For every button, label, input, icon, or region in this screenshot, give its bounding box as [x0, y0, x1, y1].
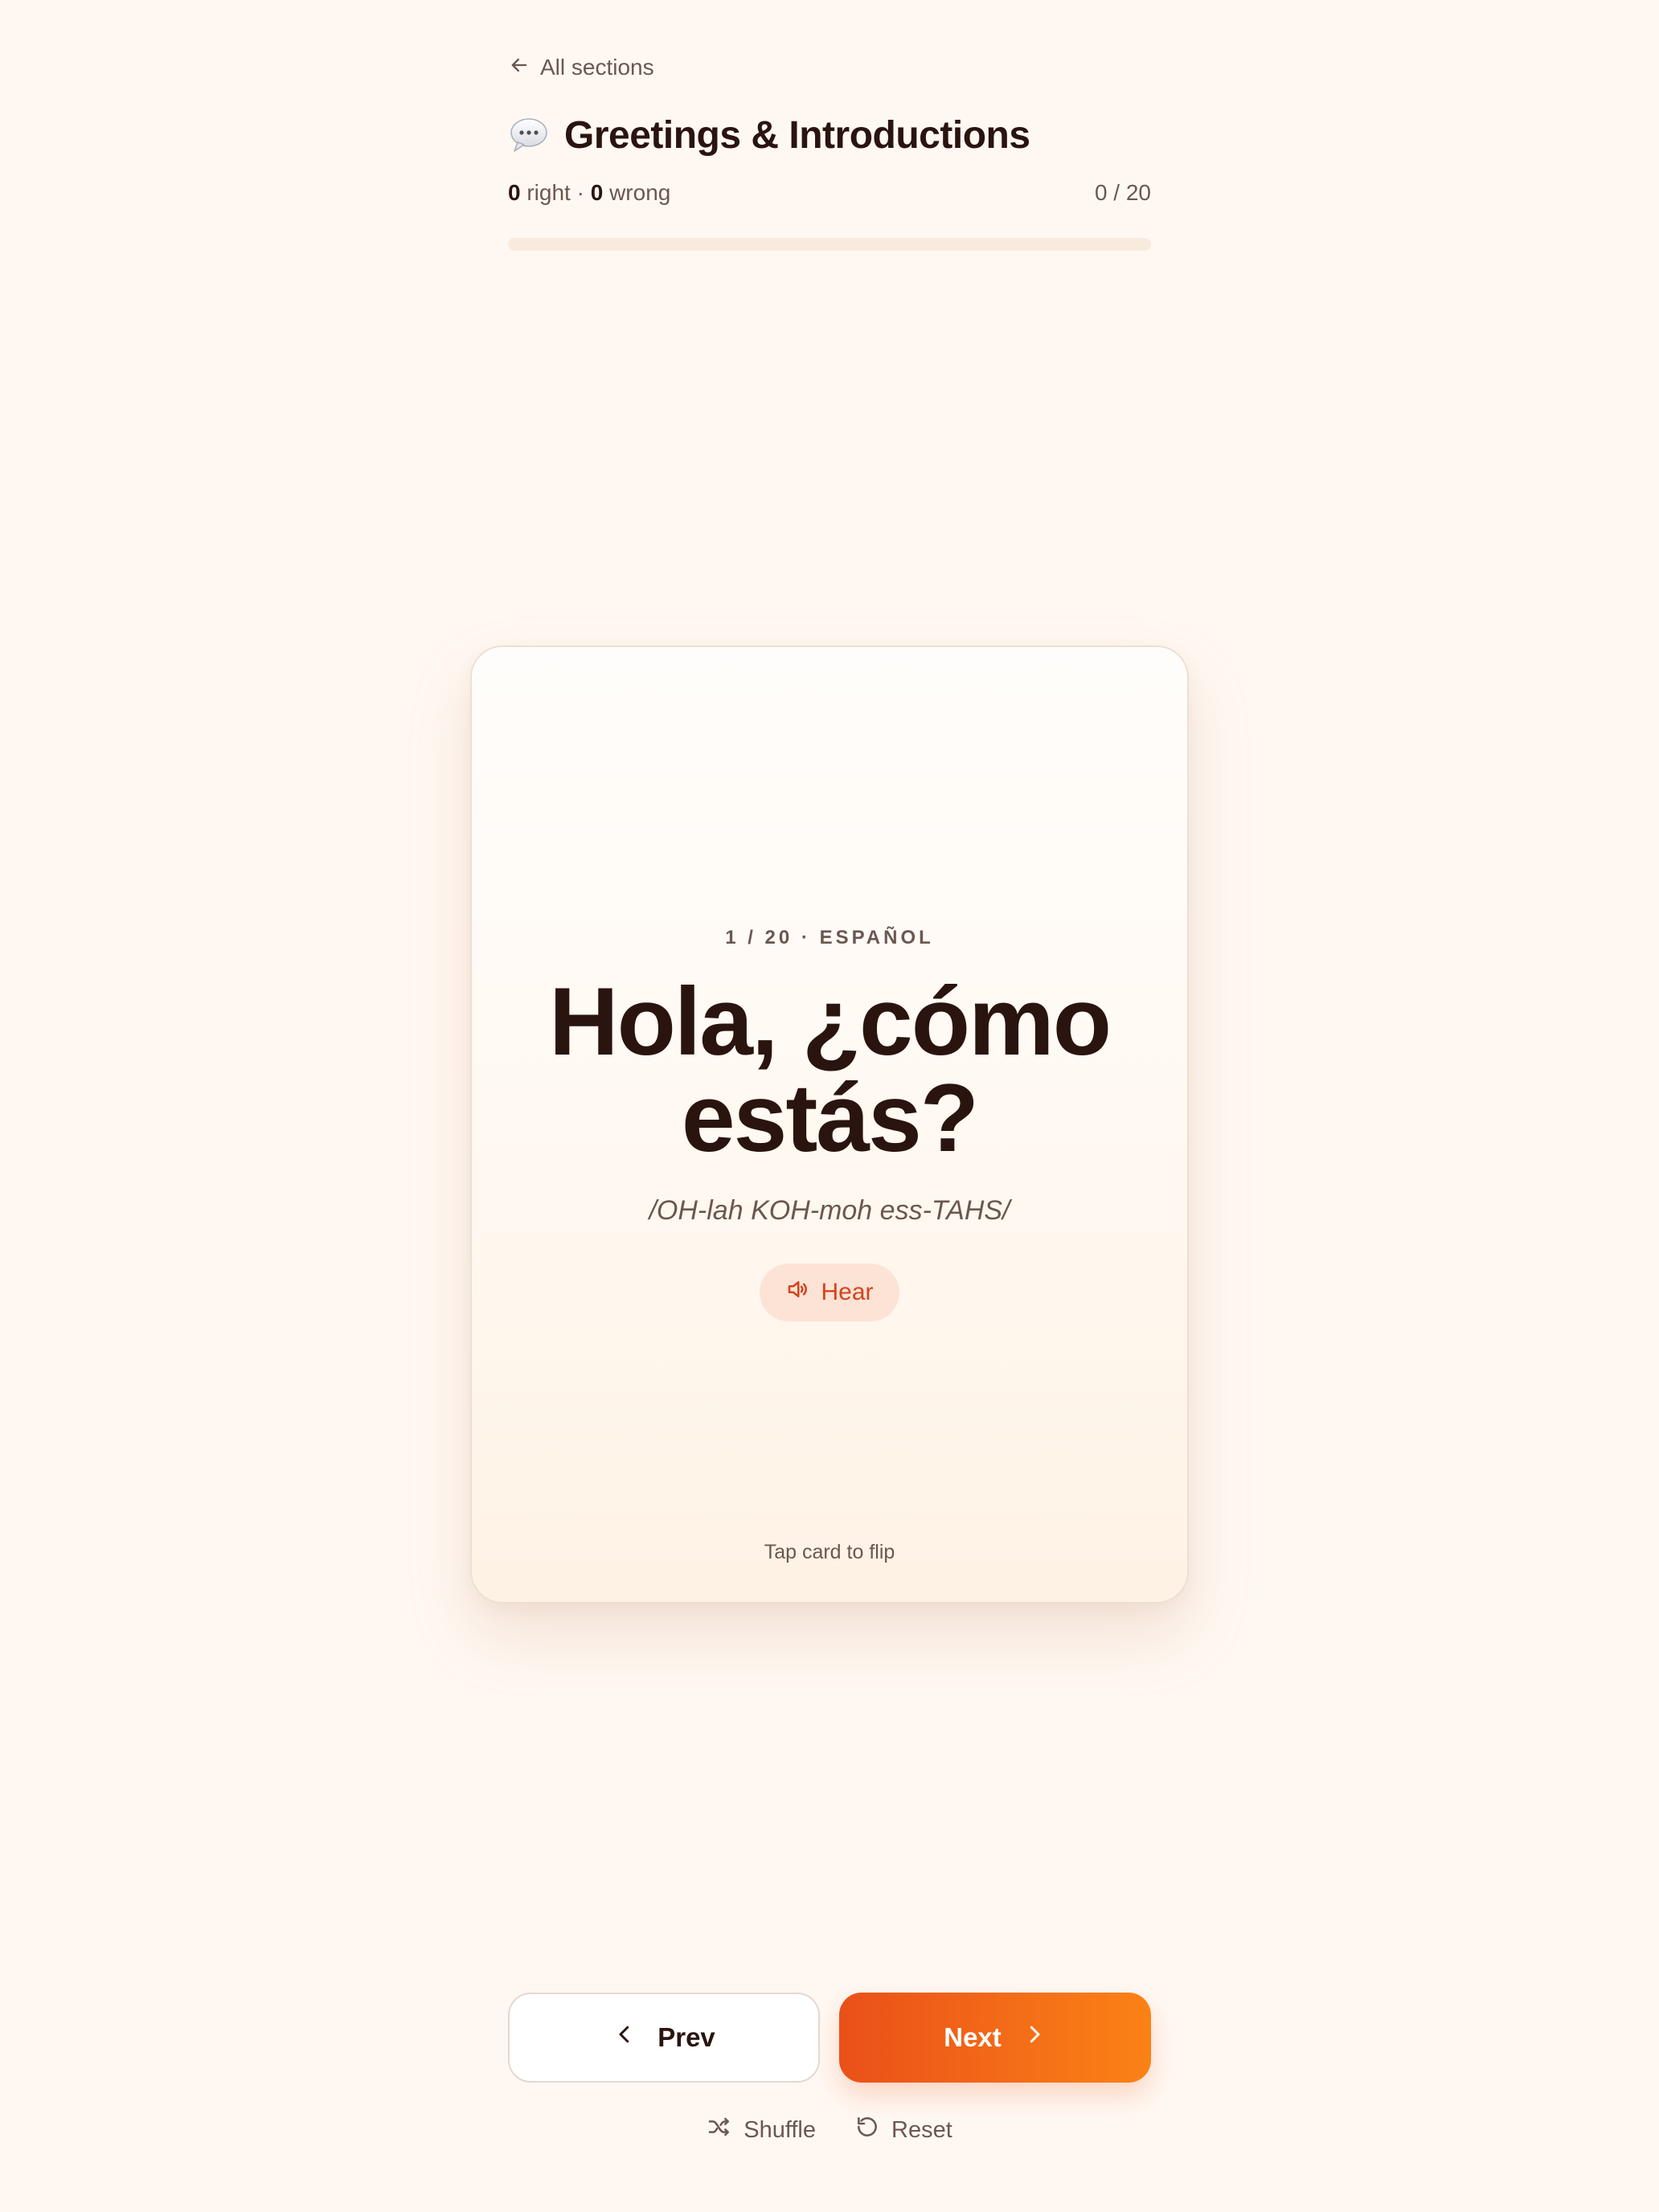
hear-button[interactable]: Hear	[760, 1264, 899, 1321]
score-row: 0 right · 0 wrong 0 / 20	[508, 177, 1151, 209]
progress-counter: 0 / 20	[1094, 180, 1151, 205]
title-row: Greetings & Introductions	[508, 103, 1151, 167]
chevron-left-icon	[612, 2022, 637, 2053]
page-title: Greetings & Introductions	[564, 113, 1030, 157]
card-meta: 1 / 20 · ESPAÑOL	[725, 927, 934, 948]
speaker-icon	[785, 1277, 809, 1308]
right-count: 0	[508, 180, 521, 205]
wrong-count: 0	[590, 180, 604, 205]
progress-bar	[508, 238, 1151, 251]
reset-label: Reset	[891, 2116, 952, 2143]
shuffle-icon	[707, 2114, 732, 2146]
right-label: right	[526, 180, 571, 205]
wrong-label: wrong	[609, 180, 671, 205]
card-pronunciation: /OH-lah KOH-moh ess-TAHS/	[649, 1195, 1010, 1226]
prev-label: Prev	[657, 2022, 715, 2052]
card-navigation: Prev Next	[508, 1993, 1151, 2083]
next-label: Next	[944, 2022, 1002, 2052]
score-summary: 0 right · 0 wrong	[508, 180, 670, 206]
speech-bubble-icon	[508, 114, 550, 156]
reset-button[interactable]: Reset	[854, 2114, 952, 2146]
card-phrase: Hola, ¿cómo estás?	[548, 968, 1112, 1172]
score-separator: ·	[576, 180, 584, 205]
hear-label: Hear	[821, 1279, 874, 1305]
back-to-sections-link[interactable]: All sections	[508, 48, 1151, 87]
header: All sections Greetings & Introductions 0…	[508, 48, 1151, 251]
utility-actions: Shuffle Reset	[508, 2114, 1151, 2146]
prev-button[interactable]: Prev	[508, 1993, 820, 2083]
reset-icon	[854, 2114, 880, 2146]
arrow-left-icon	[508, 54, 530, 82]
tap-to-flip-hint: Tap card to flip	[764, 1541, 895, 1563]
flashcard[interactable]: 1 / 20 · ESPAÑOL Hola, ¿cómo estás? /OH-…	[470, 645, 1189, 1604]
back-link-label: All sections	[540, 55, 654, 80]
flashcard-front: 1 / 20 · ESPAÑOL Hola, ¿cómo estás? /OH-…	[472, 927, 1187, 1321]
shuffle-label: Shuffle	[743, 2116, 816, 2143]
next-button[interactable]: Next	[839, 1993, 1151, 2083]
chevron-right-icon	[1022, 2022, 1047, 2053]
shuffle-button[interactable]: Shuffle	[707, 2114, 816, 2146]
